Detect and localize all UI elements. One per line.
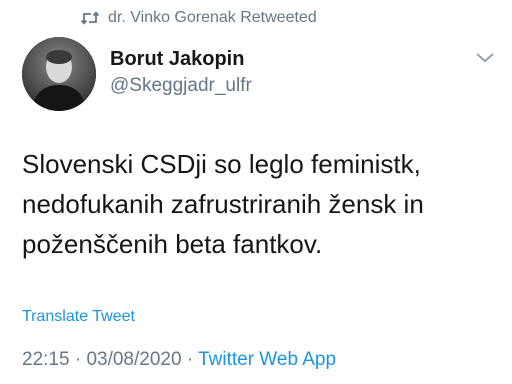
tweet-time[interactable]: 22:15 [22,349,70,370]
retweet-icon [80,10,100,26]
tweet-date[interactable]: 03/08/2020 [86,349,181,370]
meta-separator: · [186,349,194,370]
tweet-source-link[interactable]: Twitter Web App [198,349,336,370]
retweet-context[interactable]: dr. Vinko Gorenak Retweeted [80,8,317,28]
avatar[interactable] [22,37,96,111]
tweet-text: Slovenski CSDji so leglo feministk, nedo… [22,149,424,259]
tweet-meta: 22:15 · 03/08/2020 · Twitter Web App [22,348,336,372]
author-block[interactable]: Borut Jakopin @Skeggjadr_ulfr [110,47,252,98]
retweet-label: dr. Vinko Gorenak Retweeted [108,9,317,26]
author-handle[interactable]: @Skeggjadr_ulfr [110,74,252,98]
translate-tweet-link[interactable]: Translate Tweet [22,307,135,327]
meta-separator: · [74,349,82,370]
chevron-down-icon[interactable] [474,50,496,66]
author-name[interactable]: Borut Jakopin [110,47,252,71]
